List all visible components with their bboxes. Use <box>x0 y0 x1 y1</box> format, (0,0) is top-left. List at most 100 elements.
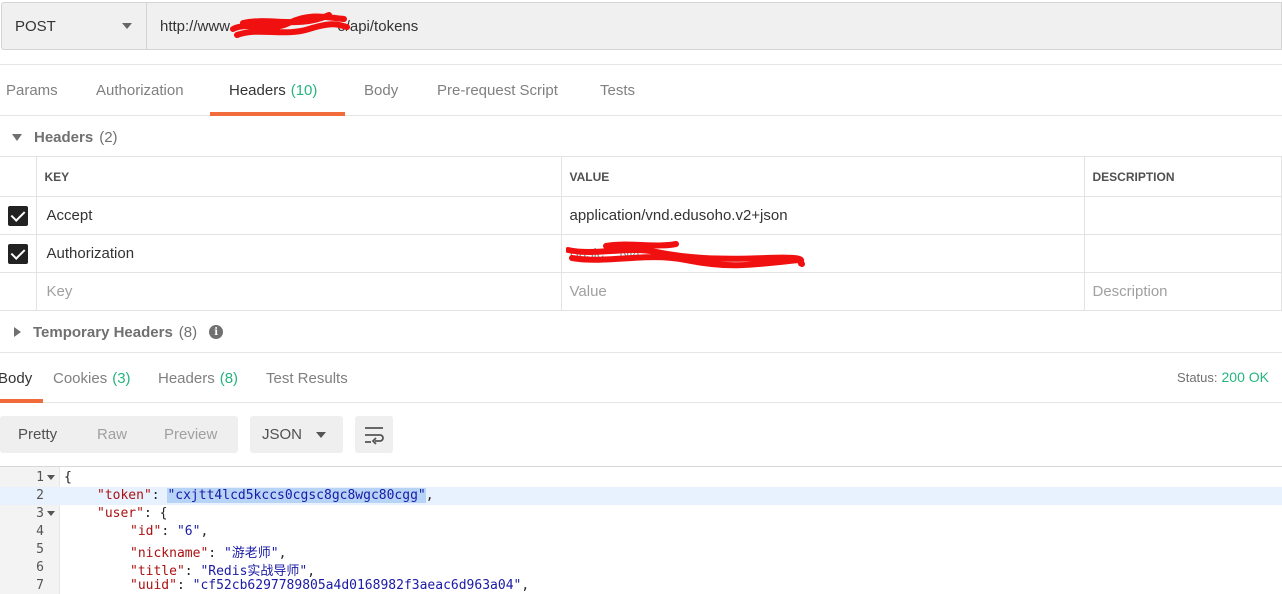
active-tab-indicator <box>210 112 345 116</box>
code-text: "id": "6", <box>130 524 209 539</box>
code-line: 2 "token": "cxjtt4lcd5kccs0cgsc8gc8wgc80c… <box>0 487 1282 505</box>
wrap-icon <box>365 427 384 445</box>
redacted-value: Basic ...Ni4= <box>565 240 805 268</box>
line-number: 7 <box>36 578 44 593</box>
caret-down-icon <box>12 133 22 141</box>
tab-label: Test Results <box>266 369 348 387</box>
temporary-headers-title: Temporary Headers <box>33 323 173 341</box>
tab-label: Headers <box>158 369 215 387</box>
format-select[interactable]: JSON <box>250 416 343 453</box>
line-number: 6 <box>36 560 44 575</box>
headers-section-toggle[interactable]: Headers (2) <box>0 117 118 157</box>
response-tabs: Body Cookies (3) Headers (8) Test Results … <box>0 352 1282 403</box>
tab-count: (3) <box>112 369 131 387</box>
response-body-code[interactable]: 1{2 "token": "cxjtt4lcd5kccs0cgsc8gc8wgc8… <box>0 466 1282 594</box>
mode-preview[interactable]: Preview <box>164 426 217 443</box>
format-label: JSON <box>262 426 303 443</box>
mode-pretty[interactable]: Pretty <box>18 426 57 443</box>
header-value-cell[interactable]: Basic ...Ni4= <box>560 234 1085 273</box>
header-description-cell[interactable] <box>1083 234 1282 273</box>
row-checkbox-cell <box>0 272 37 311</box>
code-line: 3 "user": { <box>0 505 1282 523</box>
redaction-scribble <box>230 12 351 38</box>
chevron-down-icon <box>316 432 326 438</box>
headers-table: KEY VALUE DESCRIPTION Accept application… <box>0 156 1282 311</box>
code-line: 6 "title": "Redis实战导师", <box>0 559 1282 579</box>
status-value: 200 OK <box>1221 369 1269 385</box>
tab-count: (10) <box>290 82 318 99</box>
tab-count: (8) <box>219 369 239 387</box>
code-line: 4 "id": "6", <box>0 523 1282 541</box>
tab-tests[interactable]: Tests <box>600 65 635 116</box>
fold-toggle-icon[interactable] <box>47 511 55 516</box>
request-tabs: Params Authorization Headers (10) Body Pr… <box>0 64 1282 116</box>
request-url-bar: POST http://www. o/api/tokens <box>0 0 1282 52</box>
line-number: 2 <box>36 488 44 503</box>
headers-section-title: Headers <box>34 128 94 146</box>
active-tab-indicator <box>0 399 43 403</box>
header-description-cell[interactable] <box>1083 196 1282 235</box>
url-prefix: http://www. <box>160 17 234 35</box>
row-checkbox-cell <box>0 234 37 273</box>
caret-right-icon <box>14 327 21 337</box>
enabled-checkbox[interactable] <box>7 205 28 226</box>
chevron-down-icon <box>122 23 132 29</box>
tab-test-results[interactable]: Test Results <box>266 353 348 403</box>
line-number: 5 <box>36 542 44 557</box>
tab-label: Authorization <box>96 82 184 99</box>
info-icon[interactable]: i <box>209 325 224 339</box>
tab-label: Headers <box>229 82 286 99</box>
new-description-input[interactable]: Description <box>1083 272 1282 311</box>
code-line: 7 "uuid": "cf52cb6297789805a4d0168982f3ae… <box>0 577 1282 594</box>
tab-authorization[interactable]: Authorization <box>96 65 184 116</box>
table-row: Authorization Basic ...Ni4= <box>0 234 1282 273</box>
checkbox-column-header <box>0 156 37 197</box>
header-value-cell[interactable]: application/vnd.edusoho.v2+json <box>560 196 1085 235</box>
table-row-new: Key Value Description <box>0 272 1282 311</box>
line-number: 4 <box>36 524 44 539</box>
enabled-checkbox[interactable] <box>7 243 28 264</box>
tab-label: Pre-request Script <box>437 82 558 99</box>
url-input[interactable]: http://www. o/api/tokens <box>146 2 1282 50</box>
tab-label: Body <box>364 82 399 99</box>
tab-label: Params <box>6 82 58 99</box>
http-method-select[interactable]: POST <box>1 2 146 50</box>
new-value-input[interactable]: Value <box>560 272 1085 311</box>
line-number: 3 <box>36 506 44 521</box>
temporary-headers-count: (8) <box>178 323 198 341</box>
tab-cookies[interactable]: Cookies (3) <box>53 353 131 403</box>
value-column-header: VALUE <box>560 156 1085 197</box>
code-text: "token": "cxjtt4lcd5kccs0cgsc8gc8wgc80cg… <box>97 488 434 503</box>
header-key-cell[interactable]: Accept <box>35 196 562 235</box>
status-label: Status: <box>1177 370 1218 385</box>
fold-toggle-icon[interactable] <box>47 475 55 480</box>
tab-label: Body <box>0 369 33 387</box>
tab-response-body[interactable]: Body <box>0 353 32 403</box>
code-text: "user": { <box>97 506 168 521</box>
wrap-lines-button[interactable] <box>355 416 393 453</box>
description-column-header: DESCRIPTION <box>1083 156 1282 197</box>
tab-params[interactable]: Params <box>6 65 58 116</box>
tab-headers[interactable]: Headers (10) <box>229 65 317 116</box>
tab-body[interactable]: Body <box>364 65 398 116</box>
http-method-label: POST <box>15 17 56 35</box>
key-column-header: KEY <box>35 156 562 197</box>
code-text: { <box>64 470 72 485</box>
table-row: Accept application/vnd.edusoho.v2+json <box>0 196 1282 235</box>
code-line: 1{ <box>0 469 1282 487</box>
tab-label: Cookies <box>53 369 108 387</box>
code-line: 5 "nickname": "游老师", <box>0 541 1282 561</box>
line-number: 1 <box>36 470 44 485</box>
mode-raw[interactable]: Raw <box>97 426 127 443</box>
code-text: "uuid": "cf52cb6297789805a4d0168982f3aea… <box>130 578 530 593</box>
new-key-input[interactable]: Key <box>35 272 562 311</box>
tab-response-headers[interactable]: Headers (8) <box>158 353 238 403</box>
table-header-row: KEY VALUE DESCRIPTION <box>0 156 1282 197</box>
row-checkbox-cell <box>0 196 37 235</box>
headers-section-count: (2) <box>99 128 118 146</box>
tab-label: Tests <box>600 82 636 99</box>
tab-pre-request-script[interactable]: Pre-request Script <box>437 65 558 116</box>
temporary-headers-toggle[interactable]: Temporary Headers (8) i <box>0 312 224 352</box>
view-mode-segmented-control: Pretty Raw Preview <box>0 416 238 453</box>
header-key-cell[interactable]: Authorization <box>35 234 562 273</box>
